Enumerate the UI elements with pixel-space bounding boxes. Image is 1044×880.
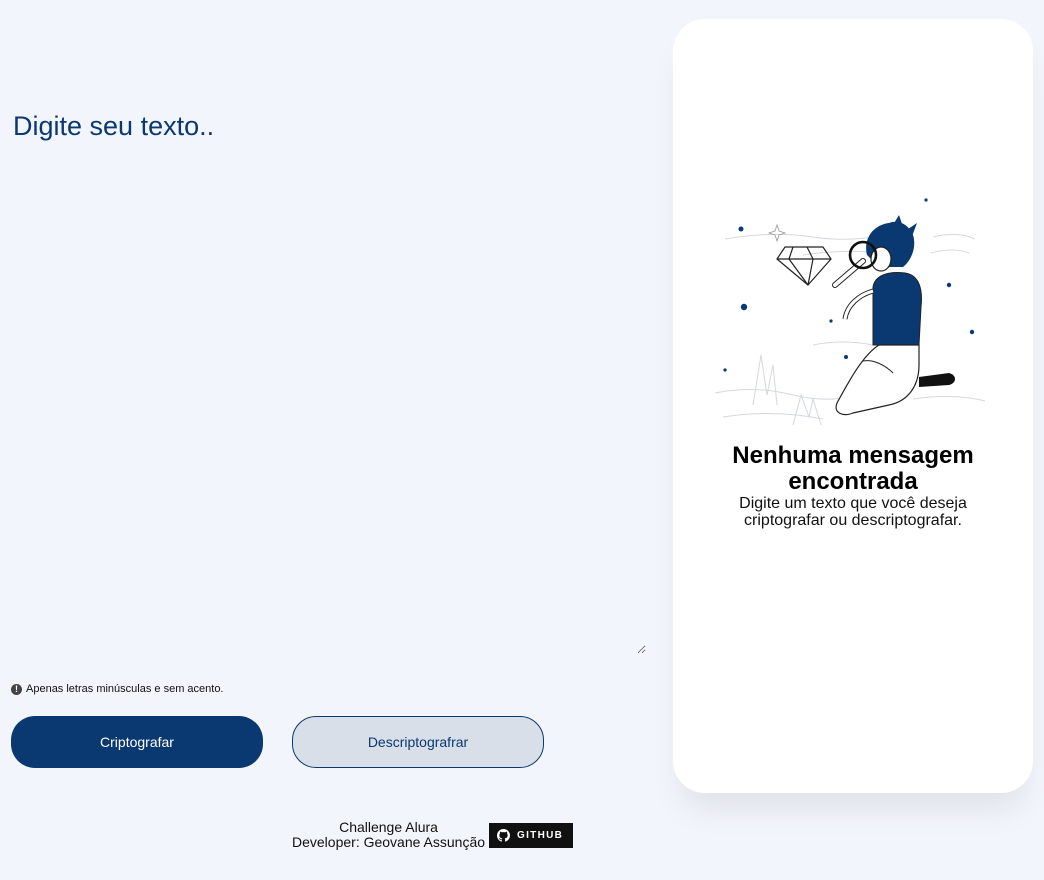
panel-title: Nenhuma mensagem encontrada	[732, 442, 974, 495]
footer: Challenge Alura Developer: Geovane Assun…	[292, 820, 574, 850]
decrypt-button[interactable]: Descriptografrar	[292, 716, 544, 768]
encrypt-button[interactable]: Criptografar	[11, 716, 263, 768]
input-hint: ! Apenas letras minúsculas e sem acento.	[11, 683, 224, 695]
github-link[interactable]: GITHUB	[489, 823, 574, 848]
search-person-illustration	[714, 198, 986, 426]
footer-challenge-text: Challenge Alura	[339, 819, 438, 835]
github-icon	[497, 829, 511, 842]
footer-credits: Challenge Alura Developer: Geovane Assun…	[292, 820, 485, 850]
text-input[interactable]	[4, 100, 646, 654]
page: ! Apenas letras minúsculas e sem acento.…	[0, 0, 1044, 880]
exclamation-circle-icon: !	[11, 683, 22, 695]
hint-text: Apenas letras minúsculas e sem acento.	[26, 683, 224, 695]
output-panel: Nenhuma mensagem encontrada Digite um te…	[673, 19, 1033, 793]
github-label: GITHUB	[517, 830, 564, 841]
footer-developer-text: Developer: Geovane Assunção	[292, 834, 486, 850]
panel-subtitle: Digite um texto que você deseja criptogr…	[739, 495, 967, 529]
